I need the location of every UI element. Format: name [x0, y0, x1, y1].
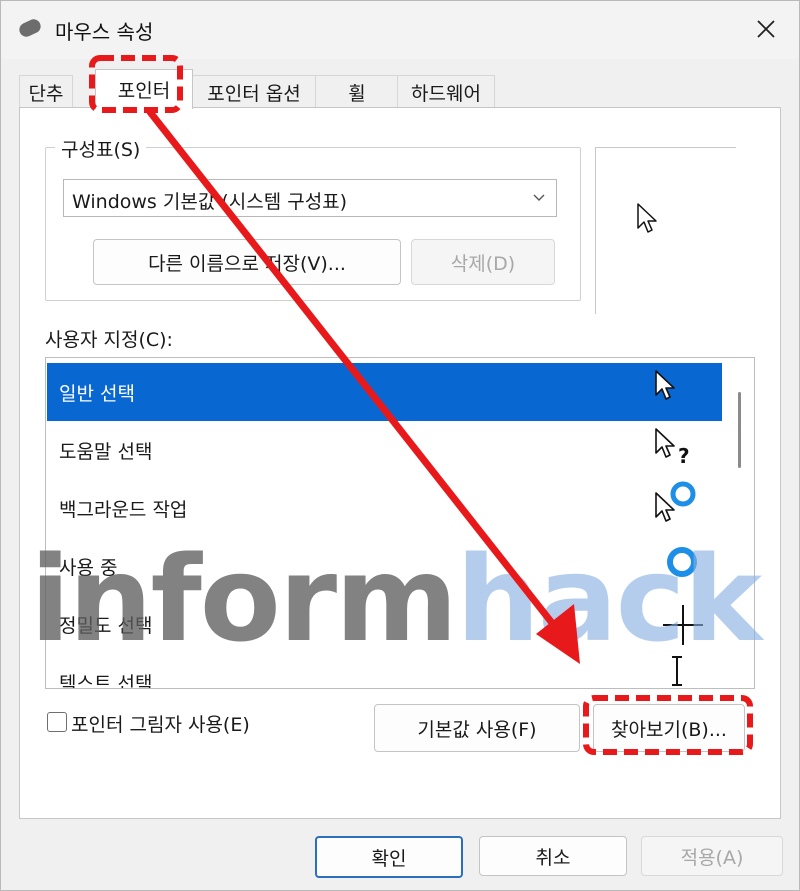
tab-strip: 단추 포인터 포인터 옵션 휠 하드웨어	[19, 69, 799, 109]
customize-label: 사용자 지정(C):	[45, 329, 173, 351]
window-title: 마우스 속성	[55, 20, 154, 44]
list-item-precision-select[interactable]: 정밀도 선택	[47, 595, 722, 653]
pointer-shadow-checkbox[interactable]	[47, 712, 67, 732]
ok-button[interactable]: 확인	[315, 836, 463, 878]
scheme-dropdown[interactable]: Windows 기본값 (시스템 구성표)	[63, 179, 557, 217]
delete-scheme-button[interactable]: 삭제(D)	[411, 239, 555, 285]
cancel-button[interactable]: 취소	[479, 836, 627, 876]
mouse-properties-dialog: 마우스 속성 단추 포인터 포인터 옵션 휠 하드웨어 구성표(S) Windo…	[0, 0, 800, 891]
scheme-dropdown-value: Windows 기본값 (시스템 구성표)	[72, 191, 348, 213]
pointer-shadow-label: 포인터 그림자 사용(E)	[71, 714, 250, 736]
svg-text:?: ?	[678, 444, 690, 467]
list-item-label: 정밀도 선택	[59, 615, 153, 637]
chevron-down-icon	[533, 194, 545, 201]
list-item-normal-select[interactable]: 일반 선택	[47, 363, 722, 421]
arrow-cursor-icon	[655, 370, 675, 400]
list-item-label: 도움말 선택	[59, 441, 153, 463]
help-select-cursor-icon: ?	[655, 428, 690, 467]
list-scrollbar[interactable]	[734, 358, 752, 688]
list-item-help-select[interactable]: 도움말 선택 ?	[47, 421, 722, 479]
scheme-group-label: 구성표(S)	[55, 135, 147, 162]
arrow-cursor-icon	[637, 203, 657, 233]
tab-hardware[interactable]: 하드웨어	[397, 75, 495, 108]
busy-cursor-icon	[667, 547, 697, 577]
list-item-label: 사용 중	[59, 557, 118, 579]
apply-button[interactable]: 적용(A)	[641, 836, 783, 876]
cursor-list[interactable]: 일반 선택 도움말 선택 ? 백그라운드 작업 사용 중 정밀도 선택 텍스트 …	[45, 357, 755, 689]
use-default-button[interactable]: 기본값 사용(F)	[374, 704, 580, 752]
list-item-text-select[interactable]: 텍스트 선택	[47, 653, 722, 689]
text-beam-cursor-icon	[672, 656, 682, 686]
crosshair-cursor-icon	[663, 605, 703, 645]
cursor-preview	[595, 147, 736, 314]
mouse-icon	[17, 17, 43, 39]
list-item-working-in-background[interactable]: 백그라운드 작업	[47, 479, 722, 537]
save-as-button[interactable]: 다른 이름으로 저장(V)...	[93, 239, 401, 285]
tab-buttons[interactable]: 단추	[19, 75, 73, 108]
dialog-footer: 확인 취소 적용(A)	[1, 819, 799, 890]
close-icon	[757, 20, 775, 38]
tab-pointers[interactable]: 포인터	[95, 69, 193, 109]
title-bar: 마우스 속성	[1, 1, 799, 59]
scroll-thumb[interactable]	[738, 392, 741, 468]
working-in-background-cursor-icon	[655, 481, 696, 522]
list-item-label: 백그라운드 작업	[59, 499, 188, 521]
close-button[interactable]	[741, 9, 791, 49]
browse-button[interactable]: 찾아보기(B)...	[593, 704, 745, 752]
tab-pointer-options[interactable]: 포인터 옵션	[191, 75, 317, 108]
list-item-label: 일반 선택	[59, 383, 135, 405]
list-item-label: 텍스트 선택	[59, 673, 153, 689]
tab-wheel[interactable]: 휠	[315, 75, 399, 108]
list-item-busy[interactable]: 사용 중	[47, 537, 722, 595]
